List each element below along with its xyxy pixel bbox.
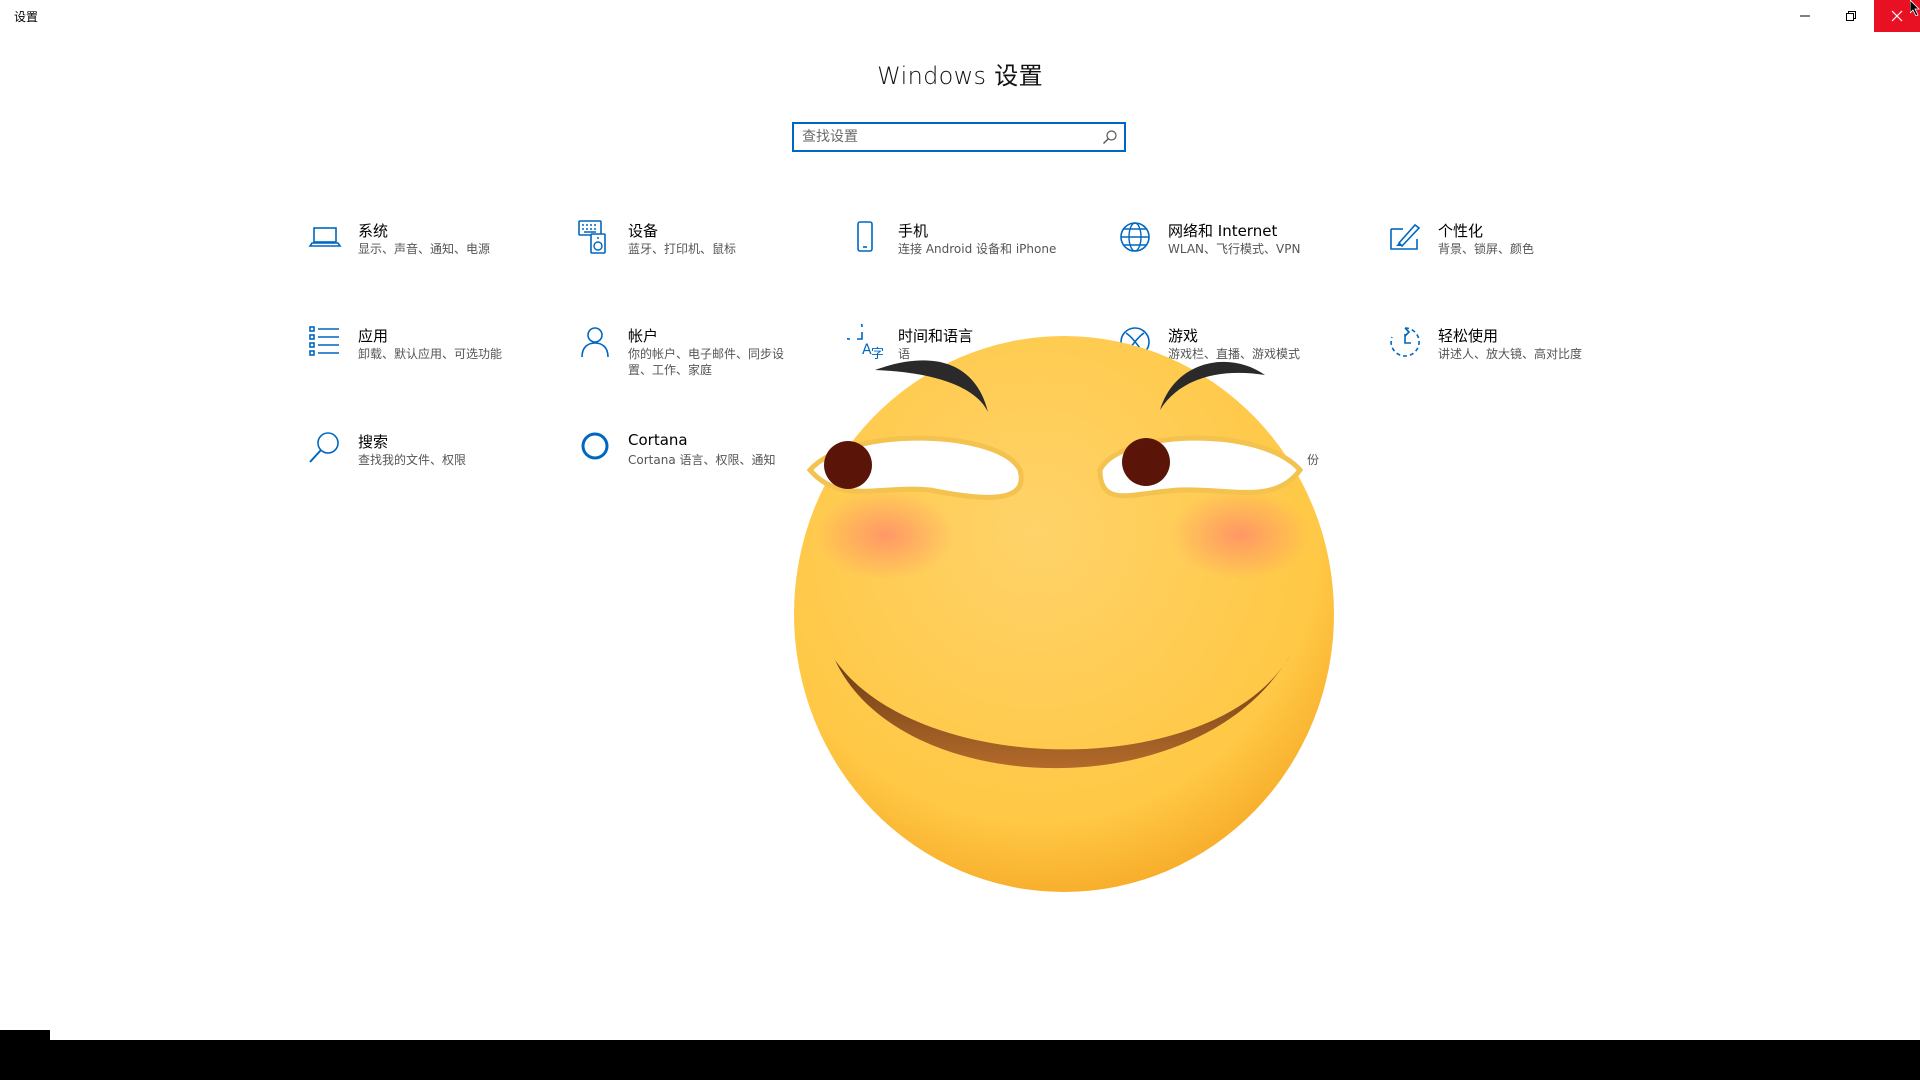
category-description: 你的帐户、电子邮件、同步设置、工作、家庭 [628, 347, 785, 377]
category-devices[interactable]: 设备 蓝牙、打印机、鼠标 [577, 219, 827, 299]
category-apps[interactable]: 应用 卸载、默认应用、可选功能 [307, 324, 557, 404]
bottom-black-bar [0, 1030, 1920, 1080]
category-title: Cortana [628, 431, 688, 449]
ease-of-access-icon [1387, 324, 1423, 360]
laptop-icon [307, 219, 343, 255]
category-time-language[interactable]: A字 时间和语言 语 [837, 314, 1097, 404]
time-language-icon: A字 [837, 314, 884, 362]
cortana-icon [577, 430, 613, 466]
category-description: 游戏栏、直播、游戏模式 [1168, 347, 1301, 361]
xbox-icon [1117, 324, 1153, 360]
category-title: 搜索 [358, 433, 389, 451]
category-title: 应用 [358, 327, 389, 345]
category-description: WLAN、飞行模式、VPN [1168, 242, 1301, 256]
apps-list-icon [307, 324, 343, 360]
category-title: 网络和 Internet [1168, 222, 1278, 240]
category-network[interactable]: 网络和 Internet WLAN、飞行模式、VPN [1117, 219, 1367, 299]
category-ease-of-access[interactable]: 轻松使用 讲述人、放大镜、高对比度 [1387, 324, 1637, 404]
category-title: 手机 [898, 222, 929, 240]
category-description: 显示、声音、通知、电源 [358, 242, 491, 256]
category-title: 系统 [358, 222, 389, 240]
category-gaming[interactable]: 游戏 游戏栏、直播、游戏模式 [1117, 324, 1367, 404]
category-title: 个性化 [1438, 222, 1484, 240]
search-icon [307, 430, 343, 466]
category-title: 时间和语言 [898, 327, 974, 345]
devices-icon [577, 219, 613, 255]
category-system[interactable]: 系统 显示、声音、通知、电源 [307, 219, 557, 299]
category-accounts[interactable]: 帐户 你的帐户、电子邮件、同步设置、工作、家庭 [577, 324, 827, 404]
globe-icon [1117, 219, 1153, 255]
category-description: 背景、锁屏、颜色 [1438, 242, 1535, 256]
person-icon [577, 324, 613, 360]
category-description: 卸载、默认应用、可选功能 [358, 347, 503, 361]
category-description: 蓝牙、打印机、鼠标 [628, 242, 737, 256]
category-partially-hidden[interactable]: 份 [1117, 430, 1367, 510]
category-personalization[interactable]: 个性化 背景、锁屏、颜色 [1387, 219, 1637, 299]
category-title: 帐户 [628, 327, 659, 345]
category-search[interactable]: 搜索 查找我的文件、权限 [307, 430, 557, 510]
svg-text:字: 字 [871, 347, 883, 360]
category-description: 语 [898, 347, 911, 361]
category-description: 份 [1307, 453, 1320, 467]
paintbrush-icon [1387, 219, 1423, 255]
category-phone[interactable]: 手机 连接 Android 设备和 iPhone [847, 219, 1097, 299]
category-description: 连接 Android 设备和 iPhone [898, 242, 1057, 256]
category-title: 设备 [628, 222, 659, 240]
settings-grid: 系统 显示、声音、通知、电源 设备 蓝牙、打印机、鼠标 手机 连接 Androi… [0, 0, 1920, 1080]
category-description: 讲述人、放大镜、高对比度 [1438, 347, 1583, 361]
phone-icon [847, 219, 883, 255]
bottom-bar-edge [0, 1030, 50, 1040]
category-title: 轻松使用 [1438, 327, 1499, 345]
category-cortana[interactable]: Cortana Cortana 语言、权限、通知 [577, 430, 827, 510]
category-description: 查找我的文件、权限 [358, 453, 467, 467]
category-title: 游戏 [1168, 327, 1199, 345]
category-description: Cortana 语言、权限、通知 [628, 453, 776, 467]
